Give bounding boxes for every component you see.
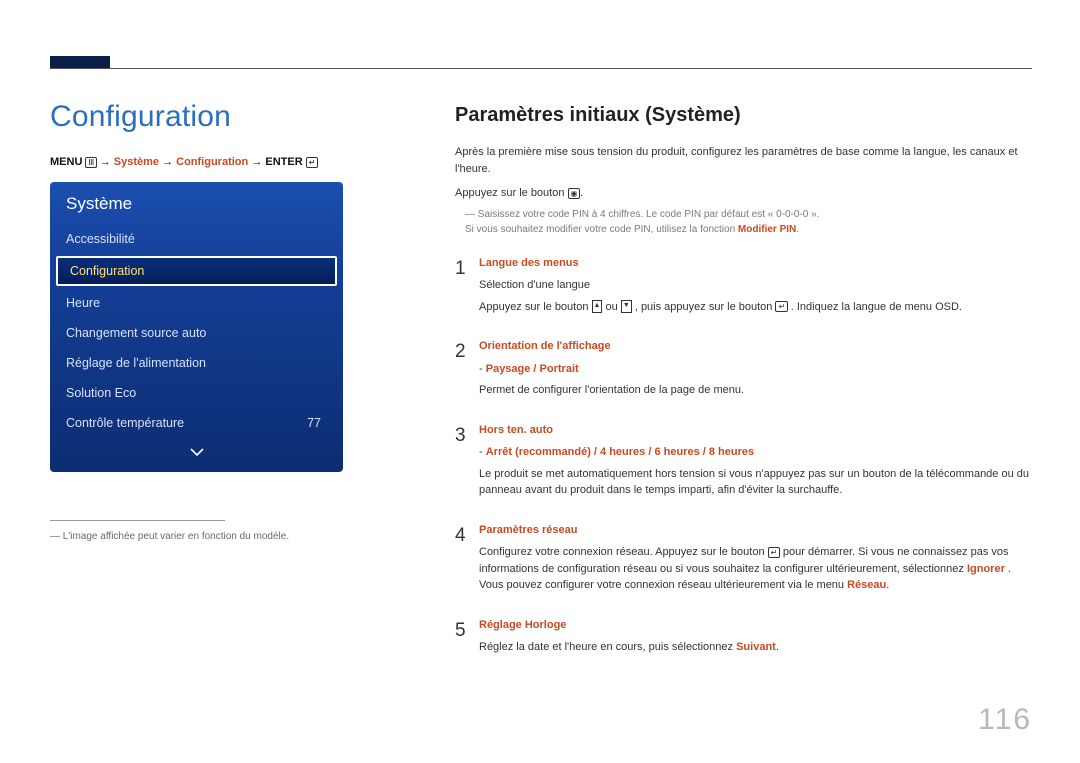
step-3-options: ‐ Arrêt (recommandé) / 4 heures / 6 heur… xyxy=(479,444,1030,461)
breadcrumb-enter: ENTER xyxy=(265,156,302,168)
osd-item-eco[interactable]: Solution Eco xyxy=(50,378,343,408)
step-4: 4 Paramètres réseau Configurez votre con… xyxy=(455,522,1030,599)
breadcrumb-menu: MENU xyxy=(50,156,82,168)
footnote: ― L'image affichée peut varier en foncti… xyxy=(50,531,360,542)
enter-icon: ↵ xyxy=(306,157,318,168)
step-2: 2 Orientation de l'affichage ‐ Paysage /… xyxy=(455,338,1030,404)
osd-item-accessibility[interactable]: Accessibilité xyxy=(50,224,343,254)
osd-menu: Système Accessibilité Configuration Heur… xyxy=(50,182,343,472)
note-pin-default: ― Saisissez votre code PIN à 4 chiffres.… xyxy=(465,207,1030,222)
breadcrumb-systeme: Système xyxy=(114,156,159,168)
osd-temperature-value: 77 xyxy=(307,416,321,430)
osd-item-configuration[interactable]: Configuration xyxy=(56,256,337,286)
section-title: Configuration xyxy=(50,100,360,134)
enter-icon-inline: ↵ xyxy=(775,301,787,312)
header-accent-bar xyxy=(50,56,110,68)
step-3-title: Hors ten. auto xyxy=(479,422,1030,439)
osd-item-heure[interactable]: Heure xyxy=(50,288,343,318)
step-4-title: Paramètres réseau xyxy=(479,522,1030,539)
step-4-num: 4 xyxy=(455,522,475,551)
step-3-desc: Le produit se met automatiquement hors t… xyxy=(479,466,1030,499)
enter-icon-step4: ↵ xyxy=(768,547,780,558)
osd-item-temperature[interactable]: Contrôle température 77 xyxy=(50,408,343,438)
breadcrumb-config: Configuration xyxy=(176,156,248,168)
osd-item-source-auto[interactable]: Changement source auto xyxy=(50,318,343,348)
page-number: 116 xyxy=(978,703,1032,737)
footnote-rule xyxy=(50,520,225,521)
step-1-title: Langue des menus xyxy=(479,255,1030,272)
breadcrumb-arrow-3: → xyxy=(251,156,265,168)
osd-title: Système xyxy=(50,182,343,224)
step-3-num: 3 xyxy=(455,422,475,451)
down-triangle-icon: ▼ xyxy=(621,300,632,313)
chevron-down-icon xyxy=(190,444,204,453)
breadcrumb: MENU III → Système → Configuration → ENT… xyxy=(50,156,360,168)
circle-button-icon: ◉ xyxy=(568,188,580,199)
intro-button-line: Appuyez sur le bouton ◉. xyxy=(455,185,1030,202)
step-5-title: Réglage Horloge xyxy=(479,617,1030,634)
intro-text: Après la première mise sous tension du p… xyxy=(455,144,1030,177)
step-1-num: 1 xyxy=(455,255,475,284)
step-2-desc: Permet de configurer l'orientation de la… xyxy=(479,382,1030,399)
step-5-num: 5 xyxy=(455,617,475,646)
osd-more[interactable] xyxy=(50,438,343,464)
note-modify-pin: Si vous souhaitez modifier votre code PI… xyxy=(465,222,1030,237)
up-triangle-icon: ▲ xyxy=(592,300,603,313)
step-1-line2: Appuyez sur le bouton ▲ ou ▼ , puis appu… xyxy=(479,299,1030,316)
step-4-desc: Configurez votre connexion réseau. Appuy… xyxy=(479,544,1030,594)
step-2-options: ‐ Paysage / Portrait xyxy=(479,361,1030,378)
right-heading: Paramètres initiaux (Système) xyxy=(455,100,1030,130)
step-2-title: Orientation de l'affichage xyxy=(479,338,1030,355)
osd-item-alimentation[interactable]: Réglage de l'alimentation xyxy=(50,348,343,378)
breadcrumb-arrow-1: → xyxy=(100,156,114,168)
step-3: 3 Hors ten. auto ‐ Arrêt (recommandé) / … xyxy=(455,422,1030,504)
step-5: 5 Réglage Horloge Réglez la date et l'he… xyxy=(455,617,1030,661)
header-rule xyxy=(50,68,1032,69)
step-1: 1 Langue des menus Sélection d'une langu… xyxy=(455,255,1030,321)
step-1-line1: Sélection d'une langue xyxy=(479,277,1030,294)
step-2-num: 2 xyxy=(455,338,475,367)
step-5-desc: Réglez la date et l'heure en cours, puis… xyxy=(479,639,1030,656)
menu-icon: III xyxy=(85,157,96,168)
breadcrumb-arrow-2: → xyxy=(162,156,176,168)
